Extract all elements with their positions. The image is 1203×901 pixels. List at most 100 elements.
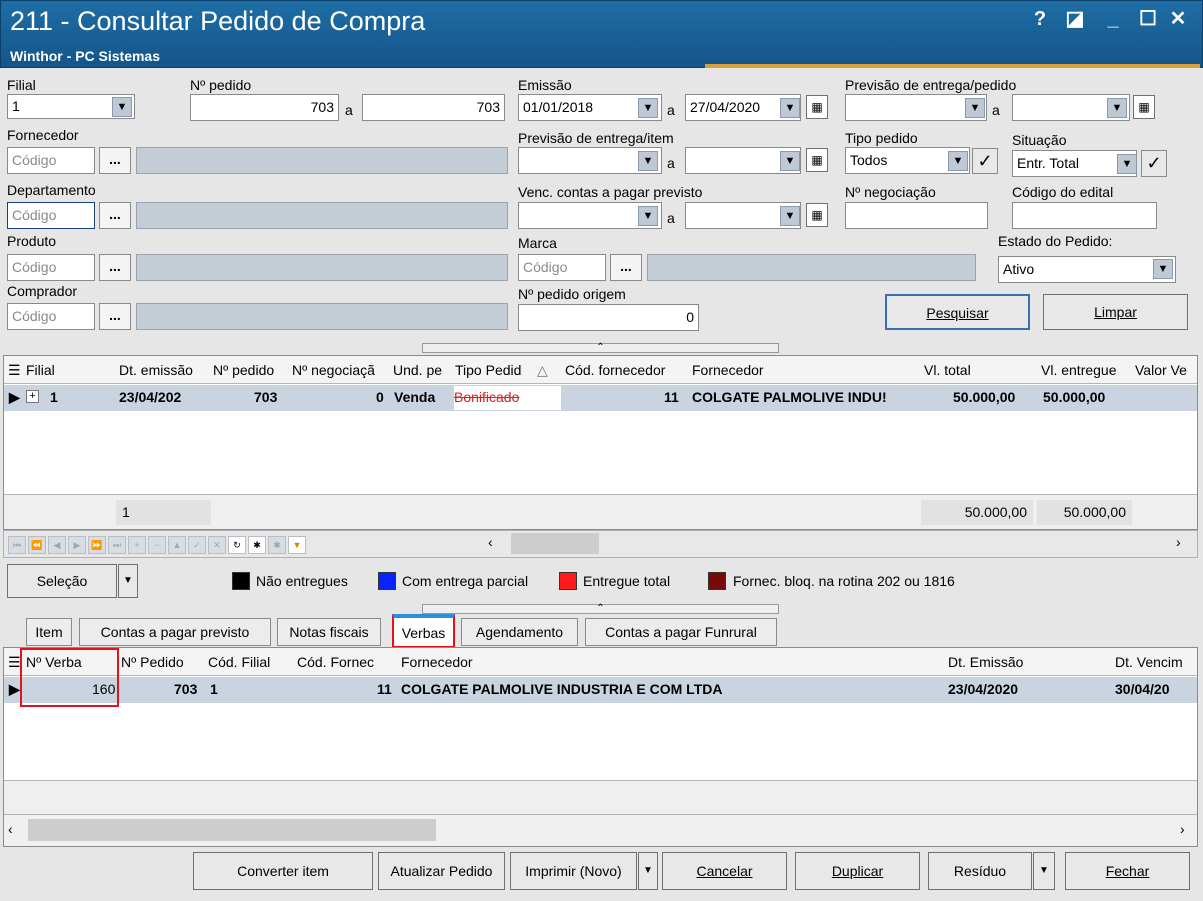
last-record-icon[interactable]: ⏭: [108, 536, 126, 554]
col-header[interactable]: Cód. fornecedor: [565, 362, 665, 378]
scroll-right-icon[interactable]: ›: [1176, 534, 1181, 550]
calendar-icon[interactable]: ▦: [806, 95, 828, 119]
tab-notas-fiscais[interactable]: Notas fiscais: [277, 618, 381, 646]
next-record-icon[interactable]: ▶: [68, 536, 86, 554]
calendar-icon[interactable]: ▦: [806, 203, 828, 227]
goto-bookmark-icon[interactable]: ✱: [268, 536, 286, 554]
restore-icon[interactable]: ◪: [1060, 6, 1090, 32]
marca-lookup-button[interactable]: ...: [610, 254, 642, 281]
residuo-dropdown-icon[interactable]: ▼: [1033, 852, 1055, 890]
tab-agendamento[interactable]: Agendamento: [461, 618, 578, 646]
chevron-down-icon[interactable]: ▼: [780, 206, 800, 226]
pedido-origem-input[interactable]: 0: [518, 304, 699, 331]
chevron-down-icon[interactable]: ▼: [965, 98, 985, 118]
col-header[interactable]: Fornecedor: [692, 362, 764, 378]
col-header[interactable]: Fornecedor: [401, 654, 473, 670]
limpar-button[interactable]: Limpar: [1043, 294, 1188, 330]
chevron-down-icon[interactable]: ▼: [1117, 154, 1137, 174]
col-header[interactable]: Cód. Fornec: [297, 654, 374, 670]
close-icon[interactable]: ✕: [1163, 6, 1193, 32]
pesquisar-button[interactable]: Pesquisar: [885, 294, 1030, 330]
tab-item[interactable]: Item: [26, 618, 72, 646]
cancelar-button[interactable]: Cancelar: [662, 852, 787, 890]
horizontal-scrollbar[interactable]: ‹ ›: [4, 814, 1197, 846]
estado-select[interactable]: Ativo: [998, 256, 1176, 283]
col-header[interactable]: Nº negociaçã: [292, 362, 375, 378]
col-header[interactable]: Vl. total: [924, 362, 971, 378]
insert-icon[interactable]: +: [128, 536, 146, 554]
grid-options-icon[interactable]: ☰: [8, 362, 21, 379]
chevron-down-icon[interactable]: ▼: [638, 206, 658, 226]
tab-verbas[interactable]: Verbas: [392, 614, 455, 648]
fechar-button[interactable]: Fechar: [1065, 852, 1190, 890]
col-header[interactable]: Dt. emissão: [119, 362, 193, 378]
marca-code-input[interactable]: Código: [518, 254, 606, 281]
chevron-down-icon[interactable]: ▼: [112, 97, 132, 117]
chevron-down-icon[interactable]: ▼: [948, 151, 968, 171]
fornecedor-lookup-button[interactable]: ...: [99, 147, 131, 174]
col-header[interactable]: Dt. Vencim: [1115, 654, 1183, 670]
checkmark-icon[interactable]: ✓: [972, 148, 998, 174]
edit-icon[interactable]: ▲: [168, 536, 186, 554]
splitter-handle[interactable]: ⌃: [422, 604, 779, 614]
chevron-down-icon[interactable]: ▼: [1107, 98, 1127, 118]
comprador-lookup-button[interactable]: ...: [99, 303, 131, 330]
col-header[interactable]: Und. pe: [393, 362, 442, 378]
col-header[interactable]: Tipo Pedid: [455, 362, 521, 378]
imprimir-dropdown-icon[interactable]: ▼: [638, 852, 658, 890]
scrollbar-thumb[interactable]: [511, 533, 599, 554]
selecao-button[interactable]: Seleção: [7, 564, 117, 598]
col-header[interactable]: Nº pedido: [213, 362, 274, 378]
departamento-lookup-button[interactable]: ...: [99, 202, 131, 229]
scroll-left-icon[interactable]: ‹: [8, 821, 13, 837]
col-header[interactable]: Filial: [26, 362, 55, 378]
chevron-down-icon[interactable]: ▼: [1153, 259, 1173, 279]
selecao-dropdown-icon[interactable]: ▼: [118, 564, 138, 598]
prior-record-icon[interactable]: ◀: [48, 536, 66, 554]
scroll-right-icon[interactable]: ›: [1180, 821, 1185, 837]
table-row[interactable]: ▶ + 1 23/04/202 703 0 Venda Bonificado 1…: [4, 385, 1197, 411]
atualizar-pedido-button[interactable]: Atualizar Pedido: [378, 852, 505, 890]
duplicar-button[interactable]: Duplicar: [795, 852, 920, 890]
scroll-left-icon[interactable]: ‹: [488, 534, 493, 550]
comprador-code-input[interactable]: Código: [7, 303, 95, 330]
help-icon[interactable]: ?: [1025, 6, 1055, 32]
refresh-icon[interactable]: ↻: [228, 536, 246, 554]
grid-options-icon[interactable]: ☰: [8, 654, 21, 671]
expand-icon[interactable]: +: [26, 390, 39, 403]
departamento-code-input[interactable]: Código: [7, 202, 95, 229]
calendar-icon[interactable]: ▦: [806, 148, 828, 172]
tab-contas-pagar-previsto[interactable]: Contas a pagar previsto: [79, 618, 271, 646]
next-page-icon[interactable]: ⏩: [88, 536, 106, 554]
post-icon[interactable]: ✓: [188, 536, 206, 554]
tab-contas-pagar-funrural[interactable]: Contas a pagar Funrural: [585, 618, 777, 646]
table-row[interactable]: ▶ 160 703 1 11 COLGATE PALMOLIVE INDUSTR…: [4, 677, 1197, 703]
delete-icon[interactable]: −: [148, 536, 166, 554]
splitter-handle[interactable]: ⌃: [422, 343, 779, 353]
imprimir-button[interactable]: Imprimir (Novo): [510, 852, 637, 890]
minimize-icon[interactable]: _: [1098, 6, 1128, 32]
col-header[interactable]: Nº Pedido: [121, 654, 184, 670]
fornecedor-code-input[interactable]: Código: [7, 147, 95, 174]
calendar-icon[interactable]: ▦: [1133, 95, 1155, 119]
col-header[interactable]: Vl. entregue: [1041, 362, 1117, 378]
maximize-icon[interactable]: ☐: [1133, 6, 1163, 32]
produto-code-input[interactable]: Código: [7, 254, 95, 281]
chevron-down-icon[interactable]: ▼: [780, 151, 800, 171]
prior-page-icon[interactable]: ⏪: [28, 536, 46, 554]
chevron-down-icon[interactable]: ▼: [638, 98, 658, 118]
bookmark-icon[interactable]: ✱: [248, 536, 266, 554]
scrollbar-thumb[interactable]: [28, 819, 436, 841]
cancel-edit-icon[interactable]: ✕: [208, 536, 226, 554]
pedido-to-field[interactable]: 703: [362, 94, 505, 121]
col-header[interactable]: Cód. Filial: [208, 654, 270, 670]
first-record-icon[interactable]: ⏮: [8, 536, 26, 554]
converter-item-button[interactable]: Converter item: [193, 852, 373, 890]
chevron-down-icon[interactable]: ▼: [780, 98, 800, 118]
chevron-down-icon[interactable]: ▼: [638, 151, 658, 171]
checkmark-icon[interactable]: ✓: [1141, 150, 1167, 177]
col-header[interactable]: Valor Ve: [1135, 362, 1187, 378]
produto-lookup-button[interactable]: ...: [99, 254, 131, 281]
edital-input[interactable]: [1012, 202, 1157, 229]
negociacao-input[interactable]: [845, 202, 988, 229]
